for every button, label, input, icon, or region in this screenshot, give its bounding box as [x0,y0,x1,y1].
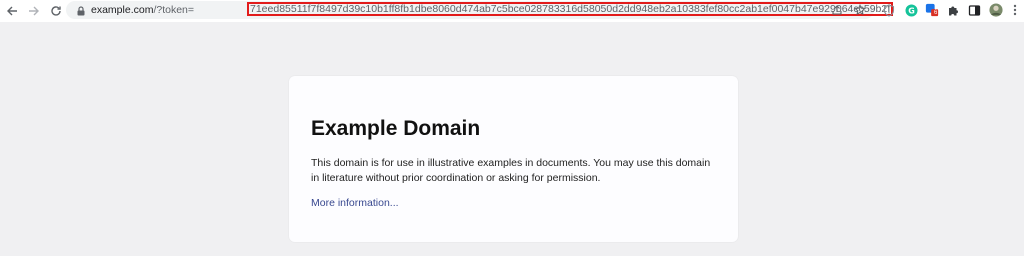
url-text[interactable]: example.com/?token= [91,3,194,17]
star-icon[interactable] [854,4,866,16]
url-token: 71eed85511f7f8497d39c10b1ff8fb1dbe8060d4… [250,3,891,15]
browser-toolbar: example.com/?token= 71eed85511f7f8497d39… [0,0,1024,22]
extension-badge-count: 6 [934,10,938,16]
page-title: Example Domain [311,117,481,140]
token-highlight: 71eed85511f7f8497d39c10b1ff8fb1dbe8060d4… [247,2,893,16]
forward-arrow-icon[interactable] [23,1,45,21]
profile-avatar-icon[interactable] [989,3,1003,17]
lock-icon[interactable] [75,4,87,16]
menu-icon[interactable] [1008,3,1022,17]
shield-icon[interactable] [882,3,896,17]
reload-icon[interactable] [45,1,67,21]
share-icon[interactable] [831,4,843,16]
puzzle-icon[interactable] [946,3,960,17]
svg-text:G: G [908,6,915,15]
address-bar[interactable]: example.com/?token= 71eed85511f7f8497d39… [66,1,893,19]
back-arrow-icon[interactable] [1,1,23,21]
page-paragraph: This domain is for use in illustrative e… [311,157,711,184]
content-card: Example Domain This domain is for use in… [289,76,738,242]
extension-badge-icon[interactable]: 6 [925,3,939,17]
url-path: /?token= [153,4,195,16]
grammarly-icon[interactable]: G [904,3,918,17]
sidepanel-icon[interactable] [967,3,981,17]
url-host: example.com [91,4,154,16]
more-information-link[interactable]: More information... [311,197,399,209]
